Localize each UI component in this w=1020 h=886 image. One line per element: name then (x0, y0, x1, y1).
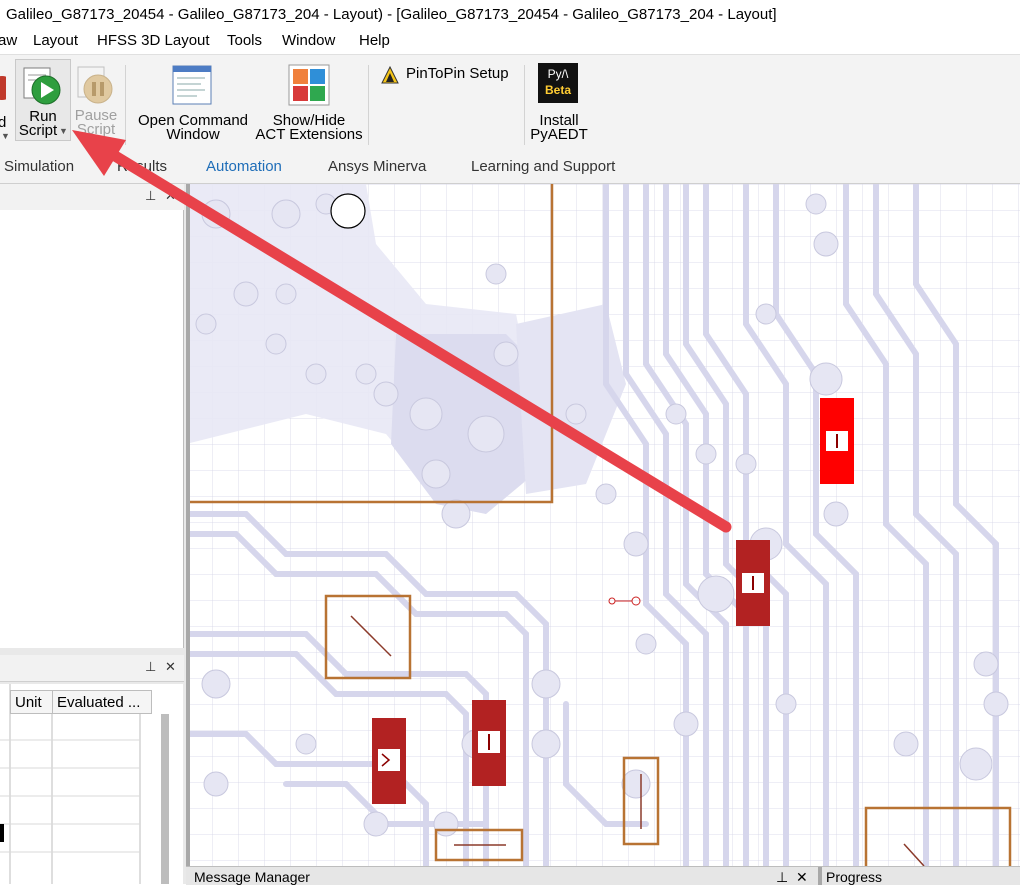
menu-hfss-3d-layout[interactable]: HFSS 3D Layout (97, 32, 210, 49)
tab-results[interactable]: Results (117, 158, 167, 175)
menu-window[interactable]: Window (282, 32, 335, 49)
layout-editor-canvas[interactable] (186, 184, 1020, 866)
pause-script-button[interactable]: Pause Script (72, 59, 122, 141)
ribbon: d ▼ Run Script ▼ Pause Script Open Comma… (0, 54, 1020, 156)
ribbon-tabs: Simulation Results Automation Ansys Mine… (0, 155, 1020, 184)
column-header-evaluated[interactable]: Evaluated ... (52, 690, 152, 714)
project-tree-panel[interactable] (0, 210, 184, 648)
project-panel-header: ⊥ ✕ (0, 184, 184, 211)
message-manager-title[interactable]: Message Manager (194, 869, 310, 885)
menu-help[interactable]: Help (359, 32, 390, 49)
pcb-layout-drawing (190, 184, 1020, 866)
properties-grid-lines (0, 684, 169, 884)
menu-view[interactable]: aw (0, 32, 17, 49)
install-pyaedt-button[interactable]: Py/\ Beta Install PyAEDT (528, 59, 590, 142)
tab-automation[interactable]: Automation (206, 158, 282, 175)
dropdown-arrow-icon: ▼ (1, 131, 10, 141)
tab-simulation[interactable]: Simulation (4, 158, 74, 175)
run-script-button[interactable]: Run Script ▼ (15, 59, 71, 141)
bottom-dock-headers: Message Manager ⊥ ✕ Progress (186, 866, 1020, 885)
close-icon[interactable]: ✕ (165, 188, 176, 204)
pin-icon[interactable]: ⊥ (145, 659, 156, 675)
run-script-icon (23, 67, 61, 105)
show-hide-act-extensions-button[interactable]: Show/Hide ACT Extensions (254, 59, 364, 142)
pintopin-icon (381, 65, 399, 84)
menu-layout[interactable]: Layout (33, 32, 78, 49)
tab-ansys-minerva[interactable]: Ansys Minerva (328, 158, 426, 175)
pintopin-setup-button[interactable]: PinToPin Setup (380, 65, 520, 87)
command-window-icon (172, 65, 212, 105)
open-command-window-button[interactable]: Open Command Window (132, 59, 254, 142)
record-icon (0, 76, 6, 100)
column-header-unit[interactable]: Unit (10, 690, 53, 714)
menu-tools[interactable]: Tools (227, 32, 262, 49)
properties-panel-header: ⊥ ✕ (0, 655, 184, 682)
record-script-button[interactable]: d ▼ (0, 61, 14, 141)
ribbon-separator (368, 65, 369, 145)
tab-learning-and-support[interactable]: Learning and Support (471, 158, 615, 175)
dropdown-arrow-icon: ▼ (59, 126, 68, 136)
close-icon[interactable]: ✕ (796, 869, 808, 886)
pyaedt-beta-icon: Py/\ Beta (538, 63, 578, 103)
ribbon-separator (125, 65, 126, 145)
menu-bar: aw Layout HFSS 3D Layout Tools Window He… (0, 30, 1020, 54)
act-extensions-icon (288, 64, 330, 106)
pin-icon[interactable]: ⊥ (145, 188, 156, 204)
title-bar: Galileo_G87173_20454 - Galileo_G87173_20… (0, 0, 1020, 30)
pause-icon (77, 66, 113, 104)
pin-icon[interactable]: ⊥ (776, 869, 788, 886)
properties-panel (0, 684, 183, 884)
window-title: Galileo_G87173_20454 - Galileo_G87173_20… (6, 6, 777, 23)
close-icon[interactable]: ✕ (165, 659, 176, 675)
progress-title[interactable]: Progress (826, 869, 882, 885)
ribbon-separator (524, 65, 525, 145)
